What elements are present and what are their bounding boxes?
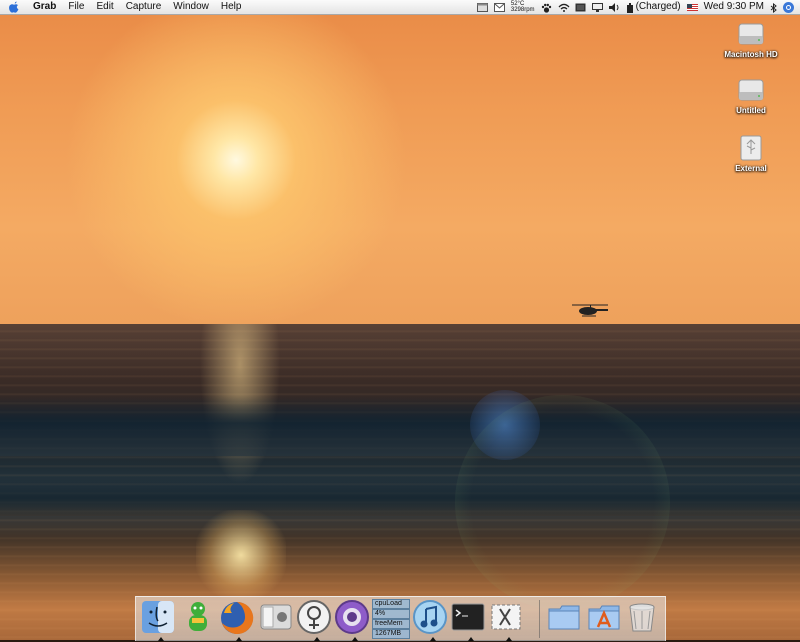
wave [0, 396, 800, 456]
app-menu[interactable]: Grab [31, 0, 62, 14]
menu-window[interactable]: Window [167, 0, 215, 14]
desktop-wallpaper [0, 0, 800, 640]
apple-remote-desktop-icon [260, 604, 292, 630]
desktop-icon-label: External [735, 164, 767, 173]
calendar-icon[interactable] [476, 2, 488, 12]
finder-icon [142, 601, 174, 633]
cpu-load-label: cpuLoad [372, 599, 410, 609]
desktop-icon-untitled[interactable]: Untitled [716, 76, 786, 115]
running-indicator [468, 637, 474, 641]
free-mem-value: 1267MB [372, 629, 410, 639]
running-indicator [352, 637, 358, 641]
desktop-icon-macintosh-hd[interactable]: Macintosh HD [716, 20, 786, 59]
hard-disk-icon [737, 76, 765, 104]
display-icon[interactable] [591, 2, 603, 12]
paw-icon[interactable] [541, 3, 552, 13]
running-indicator [430, 637, 436, 641]
dock-item-applications[interactable] [586, 599, 626, 639]
grab-icon [491, 604, 521, 630]
sunset-sky [0, 0, 800, 324]
dock: cpuLoad 4% freeMem 1267MB [135, 596, 666, 641]
dock-item-terminal[interactable] [450, 599, 490, 641]
dock-item-adium[interactable] [180, 599, 220, 639]
us-flag-icon[interactable] [686, 3, 698, 11]
spotlight-icon[interactable] [783, 1, 794, 13]
menu-help[interactable]: Help [215, 0, 248, 14]
dock-item-ical[interactable] [296, 599, 336, 641]
itunes-icon [413, 600, 447, 634]
running-indicator [236, 637, 242, 641]
dock-item-itunes[interactable] [412, 599, 452, 641]
running-indicator [506, 637, 512, 641]
volume-icon[interactable] [608, 2, 620, 12]
dock-item-folder[interactable] [546, 599, 586, 639]
hard-disk-icon [737, 20, 765, 48]
free-mem-label: freeMem [372, 619, 410, 629]
battery-icon[interactable] [626, 2, 634, 13]
running-indicator [314, 637, 320, 641]
dock-separator [539, 600, 540, 638]
mail-icon[interactable] [493, 2, 505, 12]
ical-icon [297, 600, 331, 634]
desktop-icon-label: Macintosh HD [724, 50, 778, 59]
dock-item-trash[interactable] [624, 599, 664, 639]
activity-monitor-icon[interactable] [575, 3, 586, 12]
apple-menu-icon[interactable] [9, 1, 23, 13]
firefox-icon [221, 601, 254, 634]
dock-item-apple-remote-desktop[interactable] [258, 599, 298, 639]
adium-icon [189, 602, 207, 631]
wave [0, 476, 800, 516]
dock-item-firefox[interactable] [218, 599, 258, 641]
menu-capture[interactable]: Capture [120, 0, 168, 14]
dock-item-growl[interactable] [334, 599, 374, 641]
menu-clock[interactable]: Wed 9:30 PM [704, 0, 764, 14]
dock-item-grab[interactable] [488, 599, 528, 641]
applications-folder-icon [588, 605, 620, 630]
desktop-icon-label: Untitled [736, 106, 766, 115]
cpu-monitor-widget[interactable]: cpuLoad 4% freeMem 1267MB [372, 599, 410, 639]
lens-flare [455, 395, 670, 610]
helicopter-silhouette [572, 304, 608, 317]
menu-extras: 52°C 3298rpm (Charged) Wed 9:30 PM [471, 0, 800, 14]
usb-drive-icon [737, 134, 765, 162]
trash-icon [629, 603, 655, 632]
dock-item-finder[interactable] [140, 599, 180, 641]
fan-speed-readout: 3298rpm [510, 7, 535, 13]
terminal-icon [451, 603, 485, 631]
growl-icon [335, 600, 369, 634]
sun-reflection [196, 510, 286, 600]
folder-icon [548, 605, 580, 630]
menu-file[interactable]: File [62, 0, 90, 14]
bluetooth-icon[interactable] [770, 2, 777, 13]
temperature-monitor[interactable]: 52°C 3298rpm [511, 1, 535, 13]
battery-status[interactable]: (Charged) [636, 0, 681, 14]
running-indicator [158, 637, 164, 641]
menu-bar: Grab File Edit Capture Window Help 52°C … [0, 0, 800, 15]
wifi-icon[interactable] [558, 3, 570, 12]
menu-edit[interactable]: Edit [90, 0, 119, 14]
desktop-icon-external[interactable]: External [716, 134, 786, 173]
cpu-load-value: 4% [372, 609, 410, 619]
